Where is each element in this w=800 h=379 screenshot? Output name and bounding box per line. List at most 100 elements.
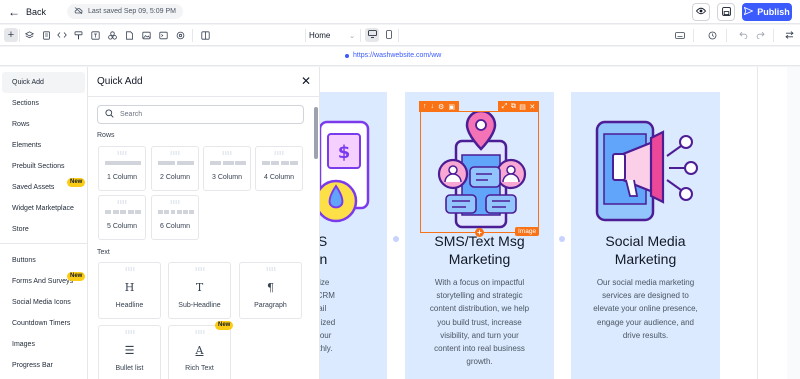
category-label: Social Media Icons [12,299,71,306]
row-layout-tile[interactable]: 1 Column [98,146,146,191]
redo-icon[interactable] [753,28,767,42]
category-item[interactable]: Prebuilt Sections [2,156,85,177]
category-item[interactable]: Rows [2,114,85,135]
drag-handle-icon [194,330,205,334]
url-text: https://washwebsite.com/ww [353,52,442,59]
category-item[interactable]: Store [2,219,85,240]
undo-icon[interactable] [736,28,750,42]
save-element-icon[interactable]: ▤ [519,103,526,111]
category-item[interactable]: Elements [2,135,85,156]
divider [360,29,361,42]
category-item[interactable]: Buttons [2,250,85,271]
file-icon[interactable] [122,28,136,42]
divider [305,29,306,42]
column-preview [183,210,188,214]
category-item[interactable]: Social Media Icons [2,292,85,313]
text-element-tile[interactable]: ¶ Paragraph [239,262,302,319]
shapes-icon[interactable] [105,28,119,42]
image-icon[interactable] [139,28,153,42]
chevron-down-icon: ⌄ [349,32,355,40]
category-label: Buttons [12,257,36,264]
settings-icon[interactable] [173,28,187,42]
arrow-down-icon[interactable]: ↓ [431,103,435,110]
page-url[interactable]: https://washwebsite.com/ww [345,52,441,59]
card-description-line: Our social media marketing [596,278,695,287]
category-label: Images [12,341,35,348]
gear-icon[interactable]: ⚙ [438,103,444,111]
text-tile-label: Sub-Headline [178,302,221,309]
keyboard-icon[interactable] [673,28,687,42]
row-tile-label: 1 Column [107,174,137,181]
text-tile-label: Paragraph [254,302,287,309]
text-element-tile[interactable]: T Sub-Headline [168,262,231,319]
publish-label: Publish [757,7,790,17]
layers-icon[interactable] [22,28,36,42]
category-item[interactable]: Saved Assets New [2,177,86,198]
category-label: Elements [12,142,42,149]
columns-icon[interactable] [198,28,212,42]
category-item[interactable]: Countdown Timers [2,313,85,334]
category-item[interactable]: Widget Marketplace [2,198,85,219]
element-actions-left: ↑ ↓ ⚙ ▣ [419,101,459,112]
row-layout-tile[interactable]: 4 Column [255,146,303,191]
plus-icon[interactable]: + [4,28,18,42]
row-layout-tile[interactable]: 2 Column [151,146,199,191]
form-icon[interactable] [88,28,102,42]
divider [726,29,727,42]
swap-icon[interactable] [782,28,796,42]
publish-button[interactable]: Publish [742,3,792,21]
category-label: Prebuilt Sections [12,163,65,170]
url-status-dot [345,53,349,58]
category-item[interactable]: Images [2,334,85,355]
canvas-scrollbar[interactable] [787,67,800,379]
url-bar: https://washwebsite.com/ww [0,47,800,66]
text-element-tile[interactable]: ☰ Bullet list [98,325,161,379]
last-saved-badge: Last saved Sep 09, 5:09 PM [67,4,183,19]
text-element-tile[interactable]: H Headline [98,262,161,319]
category-item[interactable]: Progress Bar [2,355,85,376]
preview-button[interactable] [692,3,710,21]
canvas-guide [757,67,758,379]
back-label: Back [26,6,47,17]
subheading-icon: T [195,281,204,294]
trash-icon[interactable]: ✕ [529,103,535,111]
column-preview [105,210,111,214]
desktop-view-button[interactable] [365,28,379,42]
terminal-icon[interactable] [156,28,170,42]
arrow-up-icon[interactable]: ↑ [423,103,427,110]
category-item[interactable]: Quick Add [2,72,85,93]
divider [19,29,20,42]
save-button[interactable] [717,3,735,21]
editor-toolbar: + Home ⌄ [0,25,800,46]
paint-icon[interactable] [71,28,85,42]
cloud-off-icon [74,7,83,16]
row-layout-tile[interactable]: 5 Column [98,195,146,240]
row-layout-tile[interactable]: 6 Column [151,195,199,240]
row-layout-tile[interactable]: 3 Column [203,146,251,191]
expand-icon[interactable]: ⤢ [502,103,508,111]
panel-scrollbar[interactable] [314,107,318,159]
drag-handle-icon [170,200,180,204]
row-tile-label: 2 Column [160,174,190,181]
row-tile-label: 3 Column [212,174,242,181]
column-preview [170,210,176,214]
copy-icon[interactable]: ⧉ [511,103,516,111]
divider [398,29,399,42]
search-placeholder: Search [120,111,143,118]
category-item[interactable]: Forms And Surveys New [2,271,86,292]
history-icon[interactable] [705,28,719,42]
page-select-value: Home [309,31,331,40]
search-input[interactable]: Search [97,105,304,124]
pages-icon[interactable] [39,28,53,42]
code-icon[interactable] [55,28,69,42]
image-settings-icon[interactable]: ▣ [448,103,455,111]
mobile-view-button[interactable] [382,28,396,42]
drag-handle-icon [265,267,276,271]
back-button[interactable]: ← Back [8,6,46,18]
text-element-tile[interactable]: A Rich Text New [168,321,234,379]
card-description-line: services are designed to [602,291,689,301]
close-icon[interactable]: ✕ [301,74,311,88]
element-categories-panel: Quick Add Sections Rows Elements Prebuilt Se… [0,67,88,379]
category-item[interactable]: Sections [2,93,85,114]
page-select[interactable]: Home ⌄ [309,29,355,42]
